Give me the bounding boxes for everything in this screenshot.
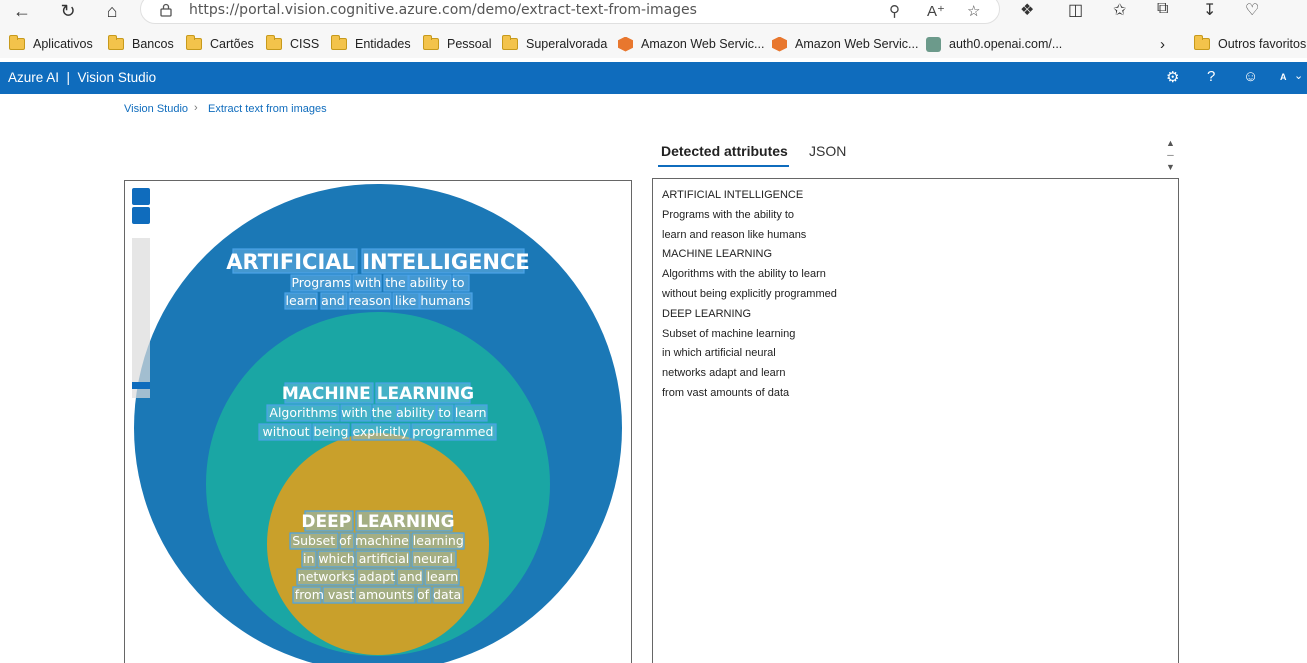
split-screen-icon[interactable]: ◫ [1068,0,1083,20]
refresh-icon[interactable]: ↻ [54,0,82,22]
help-icon[interactable]: ? [1207,68,1215,85]
result-line: from vast amounts of data [662,387,790,399]
bookmarks-overflow-chevron-icon[interactable]: › [1160,34,1165,54]
folder-icon [502,35,518,50]
bookmark-aws-1[interactable]: Amazon Web Servic... [618,34,764,54]
bookmark-pessoal[interactable]: Pessoal [423,34,491,54]
app-header: Azure AI | Vision Studio ⚙ ? ☺ A ⌄ [0,62,1307,94]
image-text-inner-line1: Subset of machine learning [292,533,464,548]
collections-icon[interactable]: ⧉ [1157,0,1168,18]
image-text-inner-line3: networks adapt and learn [298,569,458,584]
active-tab-indicator [658,165,789,167]
result-line: ARTIFICIAL INTELLIGENCE [662,189,804,201]
result-line: DEEP LEARNING [662,308,752,320]
bookmark-label: Aplicativos [33,37,93,51]
favorites-icon[interactable]: ✩ [1113,0,1126,20]
folder-icon [423,35,439,50]
account-chevron-down-icon[interactable]: ⌄ [1294,69,1303,82]
folder-icon [331,35,347,50]
bookmark-bancos[interactable]: Bancos [108,34,174,54]
zoom-in-button[interactable] [132,188,150,205]
bookmark-label: Cartões [210,37,254,51]
bookmark-label: Bancos [132,37,174,51]
image-text-inner-line4: from vast amounts of data [295,587,461,602]
aws-icon [772,36,787,52]
image-text-middle-line2: without being explicitly programmed [263,424,494,439]
folder-icon [186,35,202,50]
bookmark-label: Amazon Web Servic... [795,37,919,51]
breadcrumb-separator-icon: › [194,102,198,114]
image-text-inner-title: DEEP LEARNING [301,512,454,532]
bookmark-label: Superalvorada [526,37,608,51]
breadcrumb-vision-studio[interactable]: Vision Studio [124,103,188,115]
feedback-smiley-icon[interactable]: ☺ [1243,68,1258,85]
zoom-slider-thumb[interactable] [132,382,150,389]
result-line: Algorithms with the ability to learn [662,268,826,280]
settings-gear-icon[interactable]: ⚙ [1166,68,1179,86]
breadcrumb-current[interactable]: Extract text from images [208,103,327,115]
bookmark-aplicativos[interactable]: Aplicativos [9,34,93,54]
tab-json[interactable]: JSON [809,143,846,159]
favorite-star-icon[interactable]: ☆ [967,2,980,20]
openai-icon [926,36,941,52]
folder-icon [1194,35,1210,50]
bookmark-label: auth0.openai.com/... [949,37,1063,51]
folder-icon [266,35,282,50]
bookmark-label: Amazon Web Servic... [641,37,765,51]
url-text: https://portal.vision.cognitive.azure.co… [189,2,697,18]
zoom-slider-track[interactable] [132,238,150,398]
bookmarks-bar: Aplicativos Bancos Cartões CISS Entidade… [0,30,1307,58]
lock-icon [160,3,172,17]
image-text-outer-line2: learn and reason like humans [286,293,471,308]
browser-essentials-icon[interactable]: ♡ [1245,0,1259,20]
zoom-out-button[interactable] [132,207,150,224]
image-text-outer-title: ARTIFICIAL INTELLIGENCE [226,250,530,274]
back-arrow-icon[interactable]: ← [8,0,36,22]
app-title[interactable]: Azure AI | Vision Studio [8,70,156,85]
bookmark-aws-2[interactable]: Amazon Web Servic... [772,34,918,54]
panel-scroll-arrows-icon[interactable]: ▲ ─ ▼ [1166,137,1175,173]
zoom-out-icon[interactable]: ⚲ [889,2,900,20]
image-text-middle-title: MACHINE LEARNING [282,384,474,404]
bookmark-openai[interactable]: auth0.openai.com/... [926,34,1062,54]
tab-detected-attributes[interactable]: Detected attributes [661,143,788,159]
image-text-middle-line1: Algorithms with the ability to learn [269,405,486,420]
bookmark-ciss[interactable]: CISS [266,34,319,54]
folder-icon [108,35,124,50]
bookmark-cartoes[interactable]: Cartões [186,34,254,54]
home-icon[interactable]: ⌂ [98,0,126,22]
result-line: Subset of machine learning [662,328,796,340]
extensions-icon[interactable]: ❖ [1020,0,1034,20]
bookmark-label: Pessoal [447,37,492,51]
bookmark-label: Outros favoritos [1218,37,1307,51]
image-text-outer-line1: Programs with the ability to [291,275,464,290]
folder-icon [9,35,25,50]
bookmark-entidades[interactable]: Entidades [331,34,411,54]
bookmark-label: CISS [290,37,320,51]
bookmark-superalvorada[interactable]: Superalvorada [502,34,607,54]
user-avatar[interactable]: A [1280,72,1287,82]
result-line: learn and reason like humans [662,229,807,241]
analyzed-image: ARTIFICIAL INTELLIGENCE Programs with th… [134,184,622,663]
read-aloud-icon[interactable]: A⁺ [927,2,945,20]
result-line: Programs with the ability to [662,209,795,221]
image-preview-panel: ARTIFICIAL INTELLIGENCE Programs with th… [124,180,632,663]
result-line: MACHINE LEARNING [662,248,773,260]
downloads-icon[interactable]: ↧ [1203,0,1216,20]
result-line: in which artificial neural [662,347,776,359]
bookmark-outros-favoritos[interactable]: Outros favoritos [1194,34,1306,54]
bookmark-label: Entidades [355,37,411,51]
result-line: without being explicitly programmed [662,288,837,300]
browser-toolbar: ← ↻ ⌂ https://portal.vision.cognitive.az… [0,0,1307,30]
detected-text-results: ARTIFICIAL INTELLIGENCE Programs with th… [652,178,1179,663]
address-bar[interactable]: https://portal.vision.cognitive.azure.co… [140,0,1000,24]
aws-icon [618,36,633,52]
image-text-inner-line2: in which artificial neural [303,551,453,566]
result-line: networks adapt and learn [662,367,786,379]
